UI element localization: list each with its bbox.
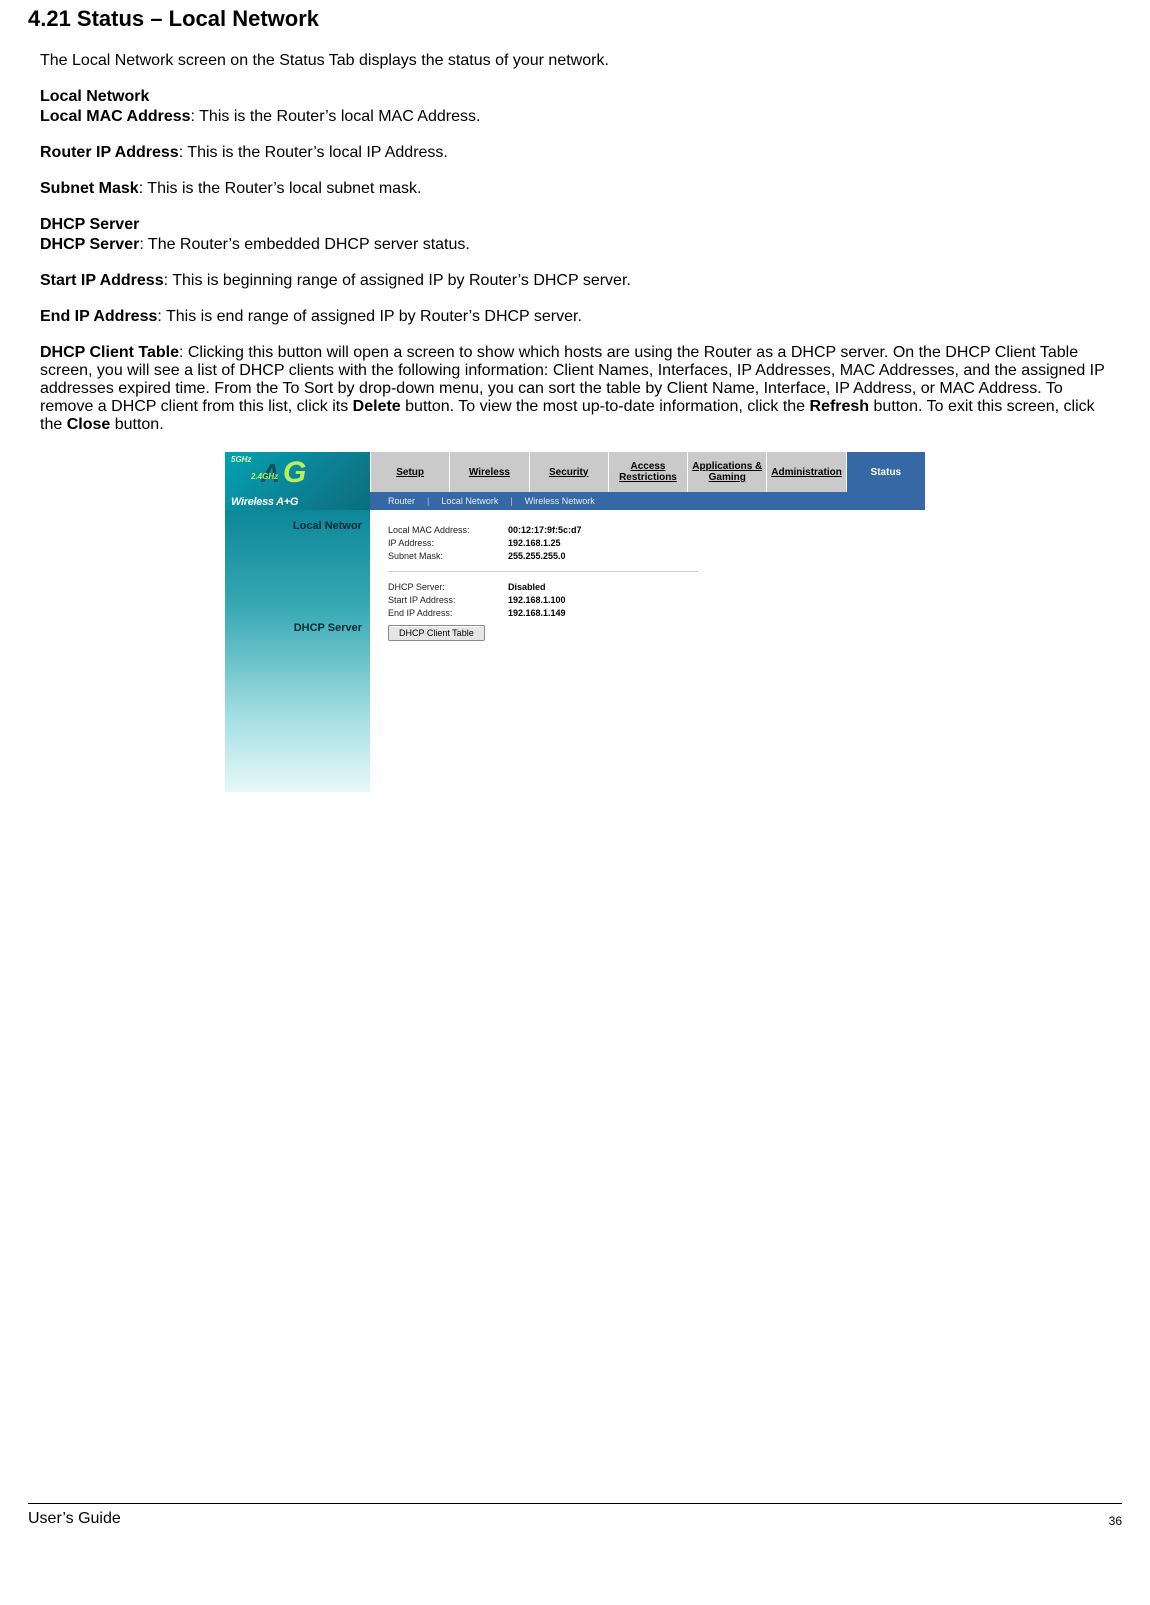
- subtab-separator: |: [510, 496, 512, 506]
- logo-24ghz-text: 2.4GHz: [251, 472, 278, 481]
- subnet-mask-label: Subnet Mask: [40, 180, 139, 197]
- tab-applications-gaming[interactable]: Applications & Gaming: [687, 452, 766, 492]
- dhcp-server-label: DHCP Server: [40, 236, 139, 253]
- sidebar-label-local-network: Local Networ: [293, 520, 362, 532]
- local-mac-text: : This is the Router’s local MAC Address…: [191, 108, 481, 125]
- row-dhcp-value: Disabled: [508, 582, 546, 592]
- dhcp-end-text: : This is end range of assigned IP by Ro…: [157, 308, 582, 325]
- row-dhcp-key: DHCP Server:: [388, 582, 508, 592]
- logo-5ghz-text: 5GHz: [231, 455, 251, 464]
- tab-setup[interactable]: Setup: [370, 452, 449, 492]
- sidebar-label-dhcp-server: DHCP Server: [294, 622, 362, 634]
- row-mask-key: Subnet Mask:: [388, 551, 508, 561]
- dhcp-client-table-button[interactable]: DHCP Client Table: [388, 625, 485, 641]
- router-ip-label: Router IP Address: [40, 144, 179, 161]
- local-network-heading: Local Network: [40, 88, 149, 105]
- subtab-router[interactable]: Router: [388, 496, 415, 506]
- section-title: 4.21 Status – Local Network: [28, 6, 1122, 32]
- row-ip-value: 192.168.1.25: [508, 538, 561, 548]
- subtab-wireless-network[interactable]: Wireless Network: [525, 496, 595, 506]
- subnet-mask-text: : This is the Router’s local subnet mask…: [139, 180, 422, 197]
- delete-bold: Delete: [353, 398, 401, 415]
- logo-brand-text: Wireless A+G: [231, 496, 298, 508]
- row-end-value: 192.168.1.149: [508, 608, 566, 618]
- dhcp-end-label: End IP Address: [40, 308, 157, 325]
- dhcp-table-label: DHCP Client Table: [40, 344, 179, 361]
- page-footer: User’s Guide 36: [28, 1503, 1122, 1528]
- dhcp-heading: DHCP Server: [40, 216, 139, 233]
- tab-administration[interactable]: Administration: [766, 452, 845, 492]
- router-screenshot: 5GHz A G 2.4GHz Wireless A+G Setup Wirel…: [225, 452, 925, 792]
- row-end-key: End IP Address:: [388, 608, 508, 618]
- row-start-ip: Start IP Address: 192.168.1.100: [388, 595, 907, 605]
- intro-paragraph: The Local Network screen on the Status T…: [40, 52, 1110, 70]
- main-tab-bar: Setup Wireless Security Access Restricti…: [370, 452, 925, 492]
- tab-security[interactable]: Security: [529, 452, 608, 492]
- row-ip-key: IP Address:: [388, 538, 508, 548]
- dhcp-table-mid: button. To view the most up-to-date info…: [401, 398, 810, 415]
- row-local-mac-key: Local MAC Address:: [388, 525, 508, 535]
- row-start-value: 192.168.1.100: [508, 595, 566, 605]
- row-local-mac: Local MAC Address: 00:12:17:9f:5c:d7: [388, 525, 907, 535]
- row-local-mac-value: 00:12:17:9f:5c:d7: [508, 525, 582, 535]
- dhcp-client-table-paragraph: DHCP Client Table: Clicking this button …: [40, 344, 1110, 434]
- refresh-bold: Refresh: [810, 398, 870, 415]
- row-subnet-mask: Subnet Mask: 255.255.255.0: [388, 551, 907, 561]
- row-start-key: Start IP Address:: [388, 595, 508, 605]
- dhcp-table-tail: button.: [110, 416, 163, 433]
- dhcp-start-label: Start IP Address: [40, 272, 164, 289]
- row-ip-address: IP Address: 192.168.1.25: [388, 538, 907, 548]
- dhcp-start-text: : This is beginning range of assigned IP…: [164, 272, 631, 289]
- row-end-ip: End IP Address: 192.168.1.149: [388, 608, 907, 618]
- tab-access-restrictions[interactable]: Access Restrictions: [608, 452, 687, 492]
- subtab-local-network[interactable]: Local Network: [441, 496, 498, 506]
- dhcp-server-text: : The Router’s embedded DHCP server stat…: [139, 236, 470, 253]
- row-dhcp-server: DHCP Server: Disabled: [388, 582, 907, 592]
- section-divider: [388, 571, 698, 572]
- row-mask-value: 255.255.255.0: [508, 551, 566, 561]
- footer-left: User’s Guide: [28, 1510, 121, 1528]
- tab-wireless[interactable]: Wireless: [449, 452, 528, 492]
- page-number: 36: [1109, 1514, 1122, 1528]
- tab-status[interactable]: Status: [846, 452, 925, 492]
- router-sidebar: Local Networ DHCP Server: [225, 510, 370, 792]
- logo-g-text: G: [283, 456, 306, 490]
- subtab-separator: |: [427, 496, 429, 506]
- sub-tab-bar: Router | Local Network | Wireless Networ…: [370, 492, 925, 510]
- close-bold: Close: [67, 416, 111, 433]
- local-mac-label: Local MAC Address: [40, 108, 191, 125]
- router-ip-text: : This is the Router’s local IP Address.: [179, 144, 448, 161]
- router-main-panel: Local MAC Address: 00:12:17:9f:5c:d7 IP …: [370, 510, 925, 792]
- router-logo: 5GHz A G 2.4GHz Wireless A+G: [225, 452, 370, 510]
